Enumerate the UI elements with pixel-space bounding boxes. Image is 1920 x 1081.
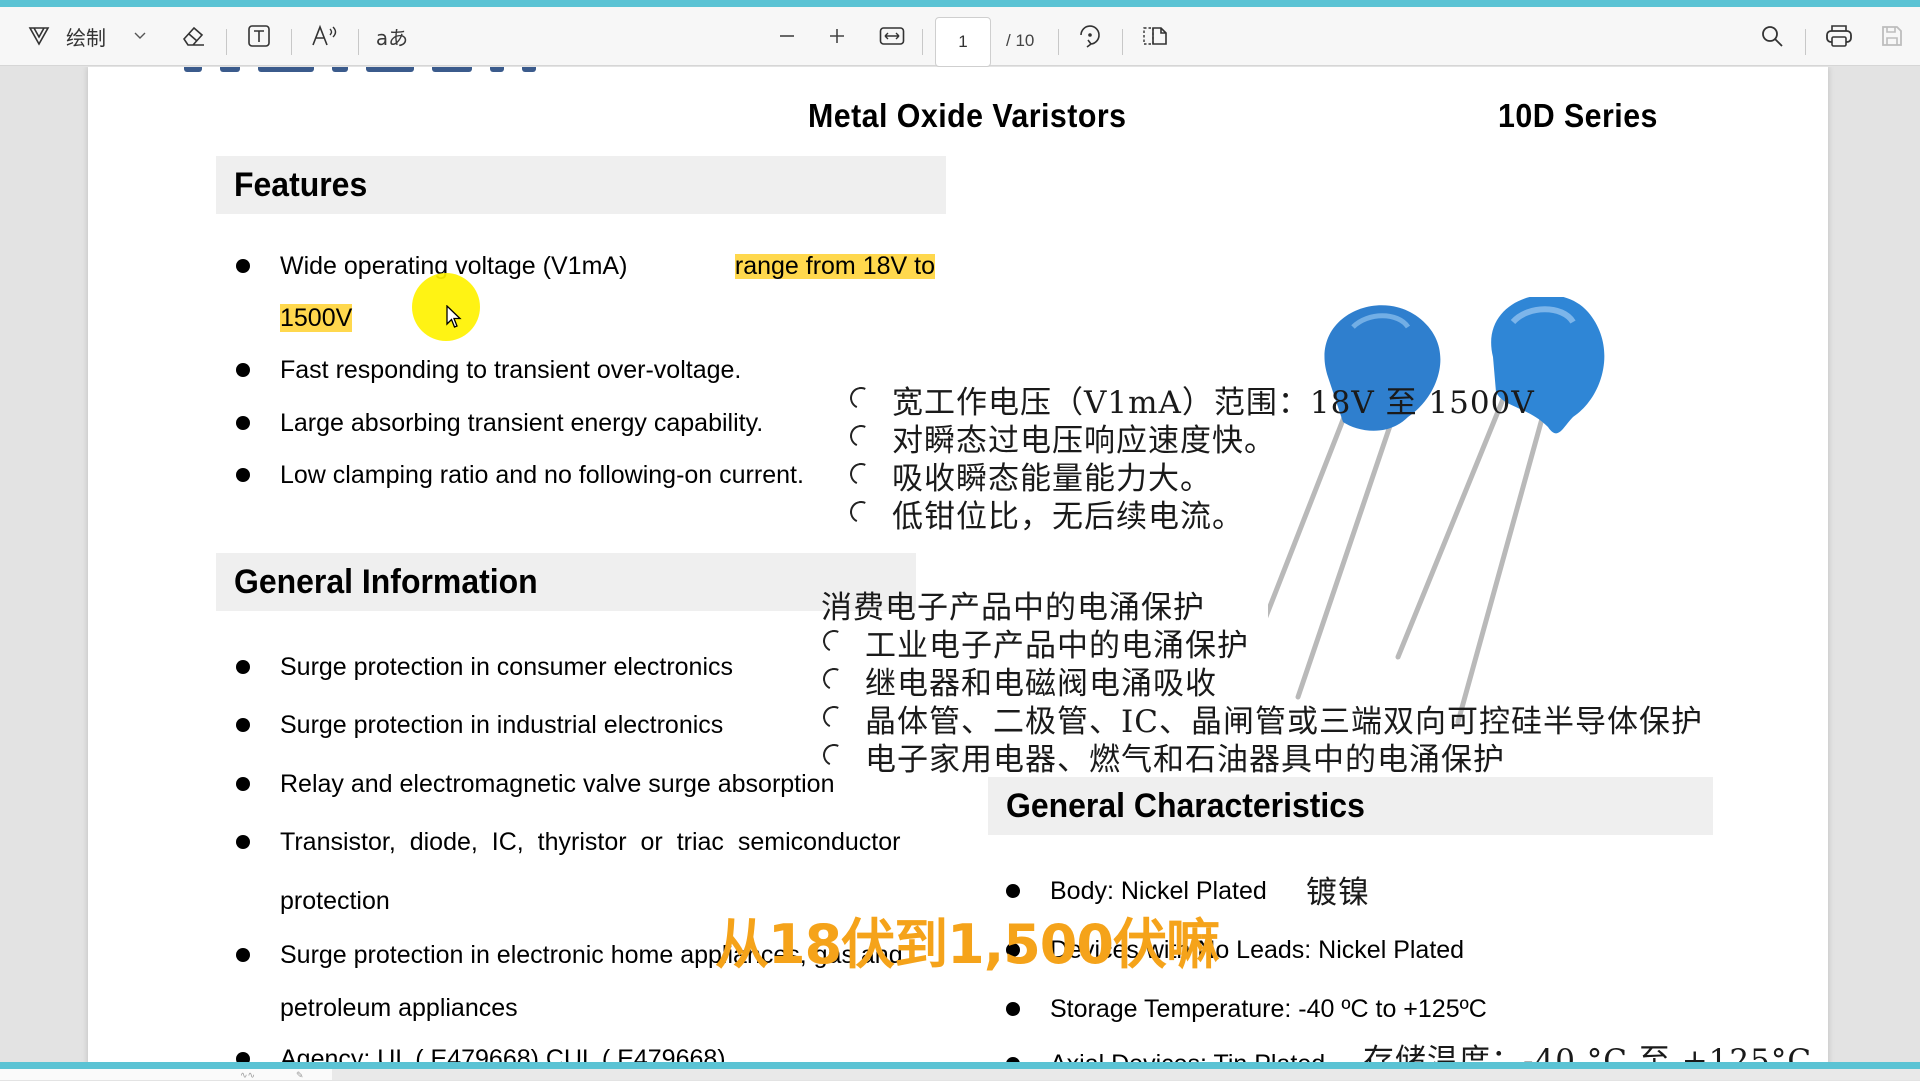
feature-text: Fast responding to transient over-voltag…	[280, 356, 742, 384]
toolbar-separator	[358, 29, 359, 55]
page-number-input[interactable]	[935, 17, 991, 67]
toolbar-separator	[226, 29, 227, 55]
ring-bullet-icon	[846, 497, 876, 527]
chevron-down-icon	[134, 32, 146, 39]
erase-button[interactable]	[178, 18, 208, 54]
zoom-out-button[interactable]	[772, 18, 802, 54]
print-button[interactable]	[1822, 18, 1856, 54]
series-label: 10D Series	[1498, 97, 1658, 134]
bullet-icon	[1006, 1002, 1020, 1016]
page-total-label: / 10	[1006, 31, 1035, 50]
features-heading: Features	[216, 156, 946, 214]
bullet-icon	[236, 948, 250, 962]
bullet-icon	[236, 1052, 250, 1062]
bullet-icon	[236, 835, 250, 849]
draw-icon	[28, 27, 50, 46]
highlighted-text[interactable]: range from 18V to	[734, 254, 935, 279]
ring-bullet-icon	[846, 421, 876, 451]
print-icon	[1826, 25, 1852, 47]
varistor-lead	[1268, 384, 1551, 725]
read-aloud-button[interactable]	[308, 18, 342, 54]
feature-text: Large absorbing transient energy capabil…	[280, 409, 764, 437]
bullet-icon	[236, 468, 250, 482]
pdf-toolbar: 绘制 aあ / 10	[0, 7, 1920, 67]
bullet-icon	[236, 660, 250, 674]
page-view-icon	[1143, 27, 1167, 45]
save-button[interactable]	[1876, 18, 1908, 54]
ring-bullet-icon	[819, 702, 849, 732]
fit-width-button[interactable]	[876, 18, 908, 54]
cn-annotation: 电子家用电器、燃气和石油器具中的电涌保护	[819, 734, 1505, 779]
highlighted-text[interactable]: 1500V	[280, 304, 353, 332]
taskbar-strip: ∿∿ ✎	[0, 1069, 1920, 1080]
rotate-button[interactable]	[1074, 18, 1106, 54]
waveform-icon[interactable]: ∿∿	[240, 1070, 255, 1081]
page-view-button[interactable]	[1138, 18, 1172, 54]
ring-bullet-icon	[819, 740, 849, 770]
feature-text: Low clamping ratio and no following-on c…	[280, 461, 804, 489]
general-characteristics-heading: General Characteristics	[988, 777, 1713, 835]
cn-annotation: 镀镍	[1306, 875, 1370, 911]
draw-button[interactable]	[24, 18, 54, 54]
bullet-icon	[236, 416, 250, 430]
bullet-icon	[236, 777, 250, 791]
cn-annotation: 存储温度：-40 °C 至 +125°C	[1363, 1043, 1813, 1062]
company-logo-cropped	[184, 67, 584, 73]
toolbar-separator	[922, 29, 923, 55]
ring-bullet-icon	[819, 664, 849, 694]
draw-label[interactable]: 绘制	[66, 18, 106, 54]
rotate-icon	[1080, 25, 1100, 48]
cn-annotation: 低钳位比，无后续电流。	[846, 491, 1244, 536]
zoom-in-button[interactable]	[822, 18, 852, 54]
add-text-button[interactable]	[244, 18, 274, 54]
toolbar-separator	[1122, 29, 1123, 55]
zoom-in-icon	[830, 29, 844, 43]
toolbar-separator	[291, 29, 292, 55]
fit-width-icon	[879, 27, 905, 45]
draw-options-dropdown[interactable]	[130, 18, 150, 54]
eraser-icon	[182, 26, 204, 46]
translate-icon: aあ	[375, 25, 409, 50]
window-accent-bar	[0, 0, 1920, 7]
toolbar-separator	[1805, 29, 1806, 55]
search-button[interactable]	[1756, 18, 1788, 54]
text-box-icon	[248, 25, 270, 47]
tool-icon[interactable]: ✎	[296, 1070, 304, 1081]
varistor-product-image	[1268, 297, 1605, 725]
translate-button[interactable]: aあ	[374, 18, 410, 54]
zoom-out-icon	[780, 35, 794, 37]
video-subtitle: 从18伏到1,500伏嘛	[715, 913, 1220, 976]
toolbar-separator	[1058, 29, 1059, 55]
ring-bullet-icon	[846, 383, 876, 413]
bullet-icon	[1006, 884, 1020, 898]
bullet-icon	[236, 259, 250, 273]
mouse-cursor-icon	[446, 305, 462, 328]
ring-bullet-icon	[846, 459, 876, 489]
bullet-icon	[236, 363, 250, 377]
read-aloud-icon	[312, 24, 337, 46]
ring-bullet-icon	[819, 626, 849, 656]
general-information-heading: General Information	[216, 553, 916, 611]
window-accent-bar	[0, 1062, 1920, 1069]
save-icon	[1882, 26, 1902, 46]
search-icon	[1762, 26, 1783, 47]
document-title: Metal Oxide Varistors	[808, 97, 1127, 134]
bullet-icon	[236, 718, 250, 732]
document-viewer[interactable]: Metal Oxide Varistors 10D Series Feature…	[0, 67, 1920, 1062]
